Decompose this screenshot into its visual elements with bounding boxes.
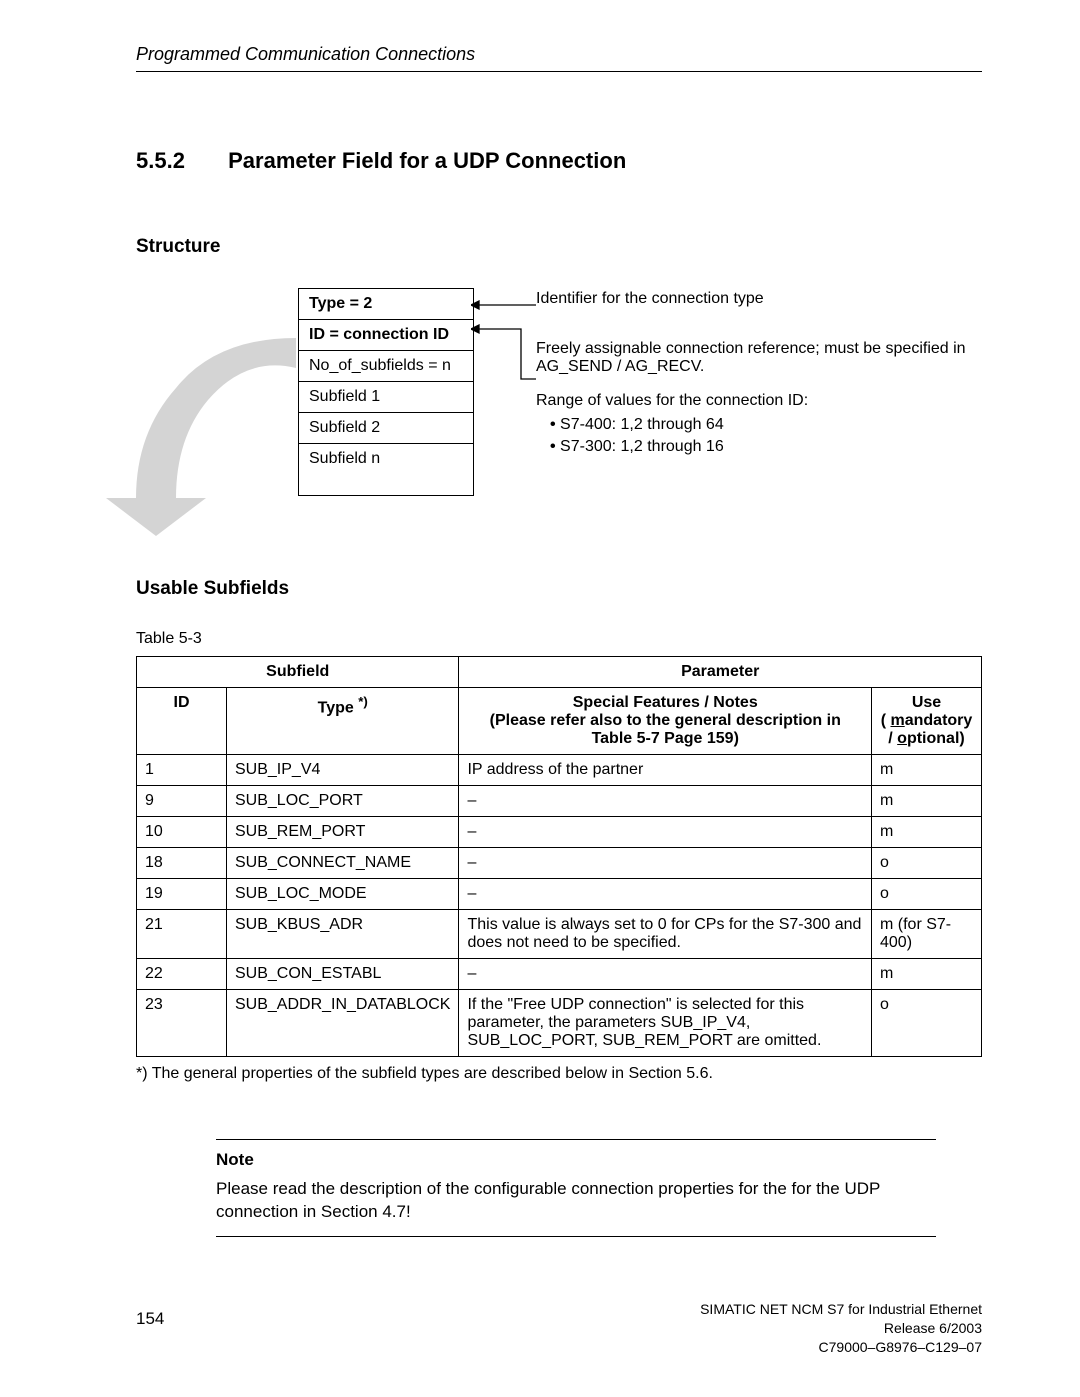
note-title: Note [216, 1150, 936, 1170]
th-subfield: Subfield [137, 657, 459, 688]
note-block: Note Please read the description of the … [216, 1139, 936, 1237]
table-cell-id: 21 [137, 910, 227, 959]
structure-table: Type = 2 ID = connection ID No_of_subfie… [298, 288, 474, 496]
usable-heading: Usable Subfields [136, 578, 982, 600]
callout-type-id: Identifier for the connection type [536, 290, 982, 308]
structure-cell-sf2: Subfield 2 [299, 413, 474, 444]
footer-release: Release 6/2003 [700, 1319, 982, 1338]
callout-conn-ref: Freely assignable connection reference; … [536, 340, 982, 376]
leader-line-icon [471, 324, 536, 384]
table-cell-type: SUB_ADDR_IN_DATABLOCK [227, 990, 459, 1057]
section-number: 5.5.2 [136, 148, 222, 174]
table-cell-notes: – [459, 786, 872, 817]
table-cell-id: 9 [137, 786, 227, 817]
table-cell-notes: – [459, 879, 872, 910]
note-rule-bottom [216, 1236, 936, 1237]
table-cell-id: 10 [137, 817, 227, 848]
structure-heading: Structure [136, 236, 982, 258]
table-cell-use: m [872, 959, 982, 990]
table-row: 9SUB_LOC_PORT–m [137, 786, 982, 817]
table-cell-notes: – [459, 959, 872, 990]
table-row: 21SUB_KBUS_ADRThis value is always set t… [137, 910, 982, 959]
table-cell-use: m (for S7-400) [872, 910, 982, 959]
header-rule [136, 71, 982, 72]
table-row: 1SUB_IP_V4IP address of the partnerm [137, 755, 982, 786]
callout-range-item: S7-400: 1,2 through 64 [544, 416, 982, 434]
table-cell-type: SUB_CONNECT_NAME [227, 848, 459, 879]
table-cell-id: 22 [137, 959, 227, 990]
table-row: 10SUB_REM_PORT–m [137, 817, 982, 848]
table-footnote: *) The general properties of the subfiel… [136, 1065, 982, 1083]
callout-range-item: S7-300: 1,2 through 16 [544, 438, 982, 456]
structure-cell-sfn: Subfield n [299, 444, 474, 496]
table-cell-type: SUB_IP_V4 [227, 755, 459, 786]
table-caption: Table 5-3 [136, 630, 982, 648]
table-cell-id: 1 [137, 755, 227, 786]
table-cell-use: o [872, 848, 982, 879]
table-row: 19SUB_LOC_MODE–o [137, 879, 982, 910]
table-cell-use: o [872, 879, 982, 910]
th-parameter: Parameter [459, 657, 982, 688]
table-row: 23SUB_ADDR_IN_DATABLOCKIf the "Free UDP … [137, 990, 982, 1057]
table-cell-notes: IP address of the partner [459, 755, 872, 786]
subfield-table: Subfield Parameter ID Type *) Special Fe… [136, 656, 982, 1057]
structure-diagram: Type = 2 ID = connection ID No_of_subfie… [136, 288, 982, 568]
callouts: Identifier for the connection type Freel… [536, 290, 982, 460]
section-title: Parameter Field for a UDP Connection [228, 148, 626, 173]
table-cell-notes: – [459, 848, 872, 879]
table-row: 18SUB_CONNECT_NAME–o [137, 848, 982, 879]
table-cell-id: 19 [137, 879, 227, 910]
table-cell-type: SUB_LOC_PORT [227, 786, 459, 817]
table-cell-type: SUB_KBUS_ADR [227, 910, 459, 959]
table-cell-type: SUB_CON_ESTABL [227, 959, 459, 990]
th-id: ID [137, 688, 227, 755]
section-heading: 5.5.2 Parameter Field for a UDP Connecti… [136, 148, 982, 174]
table-cell-type: SUB_LOC_MODE [227, 879, 459, 910]
running-header: Programmed Communication Connections [136, 44, 982, 65]
table-row: 22SUB_CON_ESTABL–m [137, 959, 982, 990]
table-cell-type: SUB_REM_PORT [227, 817, 459, 848]
table-cell-notes: This value is always set to 0 for CPs fo… [459, 910, 872, 959]
table-cell-use: m [872, 786, 982, 817]
leader-line-icon [471, 300, 536, 310]
page-number: 154 [136, 1309, 164, 1329]
footer-doc-title: SIMATIC NET NCM S7 for Industrial Ethern… [700, 1300, 982, 1319]
table-cell-use: m [872, 755, 982, 786]
note-rule-top [216, 1139, 936, 1140]
table-cell-notes: If the "Free UDP connection" is selected… [459, 990, 872, 1057]
th-type: Type *) [227, 688, 459, 755]
structure-cell-sf1: Subfield 1 [299, 382, 474, 413]
table-cell-id: 18 [137, 848, 227, 879]
table-cell-use: m [872, 817, 982, 848]
th-use: Use ( mandatory / optional) [872, 688, 982, 755]
structure-cell-nosub: No_of_subfields = n [299, 351, 474, 382]
table-cell-id: 23 [137, 990, 227, 1057]
curved-arrow-icon [96, 328, 306, 538]
note-text: Please read the description of the confi… [216, 1178, 936, 1224]
footer-docnum: C79000–G8976–C129–07 [700, 1338, 982, 1357]
structure-cell-type: Type = 2 [299, 289, 474, 320]
structure-cell-id: ID = connection ID [299, 320, 474, 351]
callout-range-label: Range of values for the connection ID: [536, 392, 982, 410]
table-cell-use: o [872, 990, 982, 1057]
th-notes: Special Features / Notes (Please refer a… [459, 688, 872, 755]
table-cell-notes: – [459, 817, 872, 848]
